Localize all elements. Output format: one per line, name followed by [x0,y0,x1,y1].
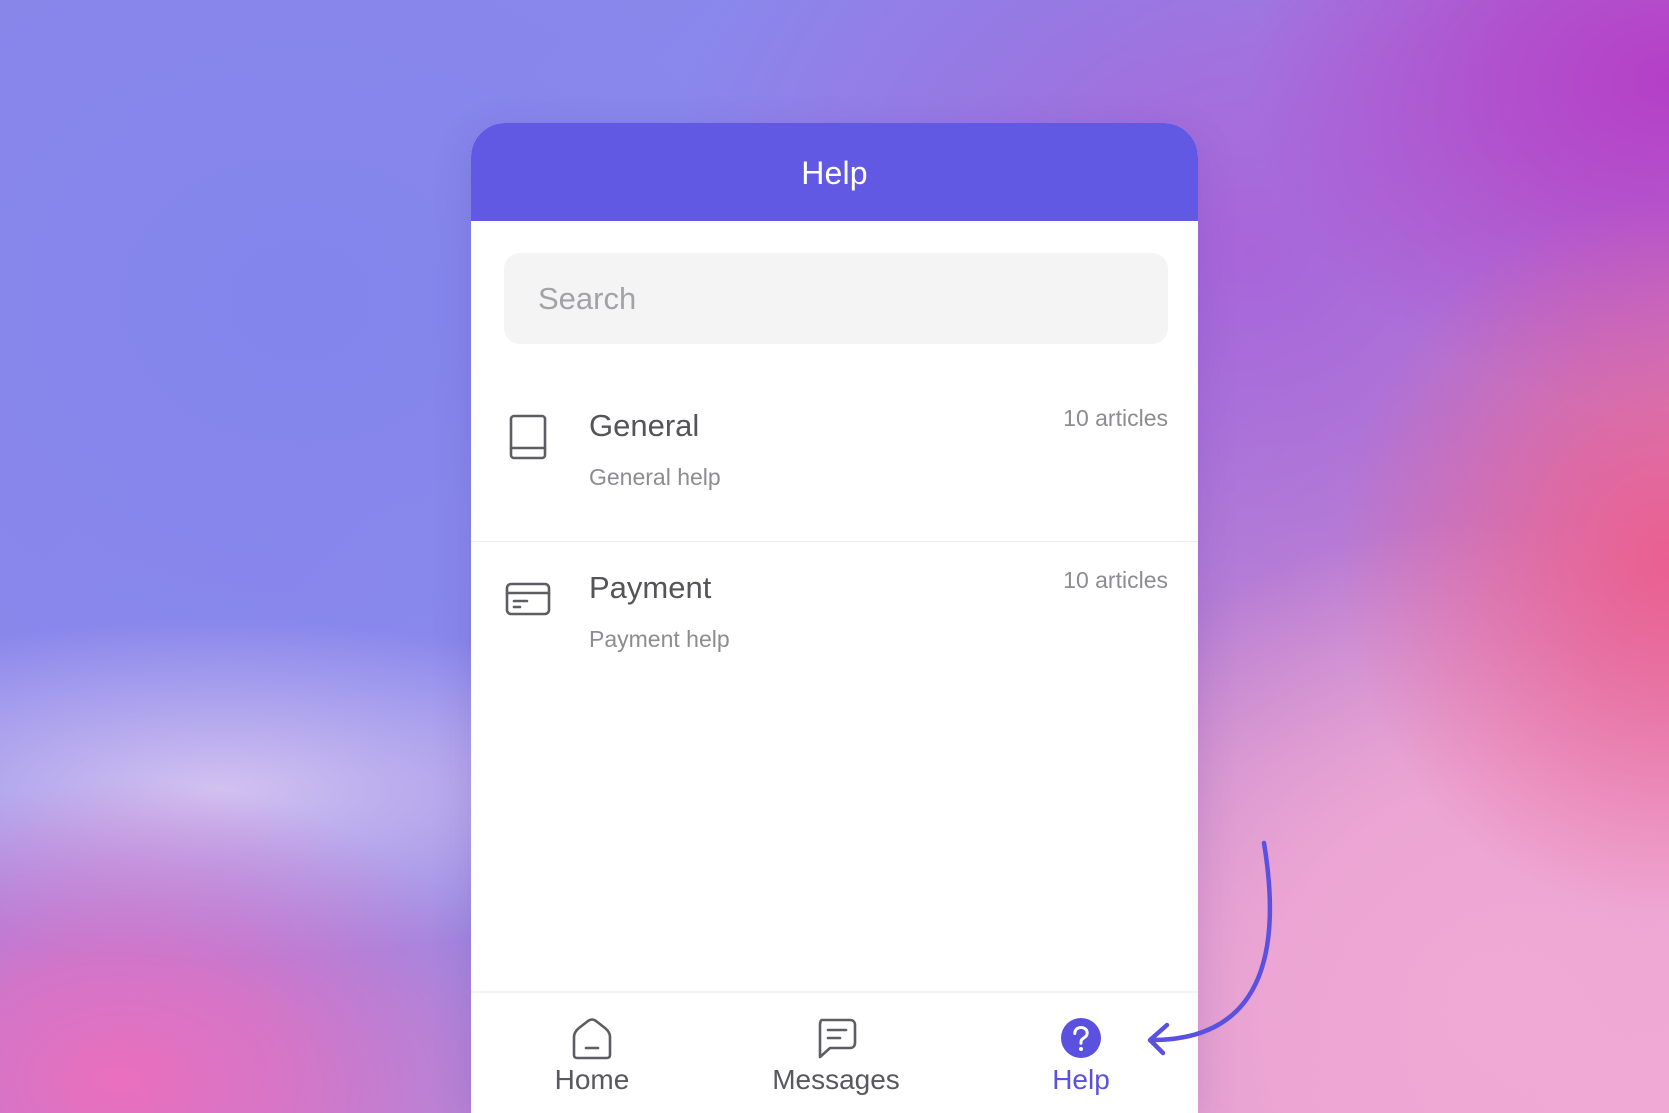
collection-title: General [589,408,700,443]
help-circle-icon [1061,1018,1101,1058]
bottom-navigation: Home Messages Help [471,991,1198,1113]
search-container [471,221,1198,344]
collection-description: General help [589,464,721,490]
help-widget: Help General General help 10 articles Pa… [471,123,1198,1113]
page-title: Help [801,154,868,191]
collection-article-count: 10 articles [1063,405,1168,431]
nav-tab-home[interactable]: Home [492,993,692,1113]
nav-label: Messages [772,1064,900,1095]
nav-label: Home [554,1064,630,1095]
credit-card-icon [505,582,551,616]
search-input[interactable] [504,253,1168,344]
collection-item-general[interactable]: General General help 10 articles [471,380,1198,542]
home-icon [572,1018,612,1060]
collection-description: Payment help [589,626,730,652]
collection-article-count: 10 articles [1063,567,1168,593]
book-icon [509,414,547,460]
message-icon [818,1018,857,1059]
collection-title: Payment [589,570,712,605]
header-bar: Help [471,123,1198,221]
nav-tab-help[interactable]: Help [981,993,1181,1113]
nav-label: Help [1052,1064,1110,1095]
nav-tab-messages[interactable]: Messages [736,993,936,1113]
collection-item-payment[interactable]: Payment Payment help 10 articles [471,542,1198,704]
collection-list: General General help 10 articles Payment… [471,380,1198,704]
